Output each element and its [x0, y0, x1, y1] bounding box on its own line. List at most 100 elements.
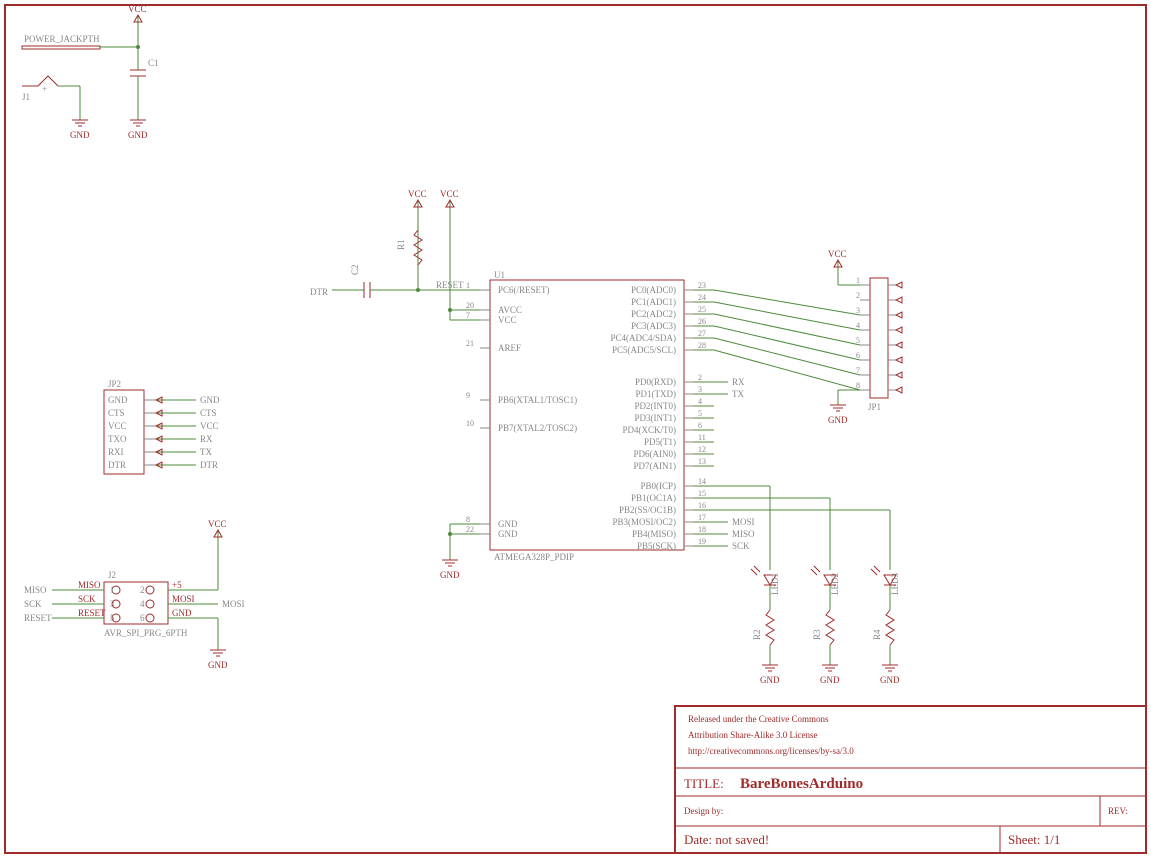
svg-text:MISO: MISO [24, 585, 47, 595]
svg-text:PB3(MOSI/OC2): PB3(MOSI/OC2) [612, 517, 676, 527]
svg-text:PB0(ICP): PB0(ICP) [640, 481, 676, 491]
led-branches: LED1R2GNDLED2R3GNDLED3R4GND [751, 566, 900, 685]
svg-text:PB6(XTAL1/TOSC1): PB6(XTAL1/TOSC1) [498, 395, 577, 405]
svg-text:GND: GND [498, 529, 518, 539]
svg-text:PD2(INT0): PD2(INT0) [635, 401, 677, 411]
svg-text:16: 16 [698, 501, 706, 510]
svg-text:PB1(OC1A): PB1(OC1A) [631, 493, 676, 503]
j1-ref: J1 [22, 92, 30, 102]
svg-text:7: 7 [466, 311, 470, 320]
svg-text:GND: GND [208, 660, 228, 670]
c2-cap: C2 [350, 264, 370, 298]
power-jack-group: POWER_JACKPTH J1 + VCC C1 GND [22, 4, 159, 140]
svg-text:2: 2 [856, 291, 860, 300]
svg-text:DTR: DTR [200, 460, 218, 470]
svg-text:VCC: VCC [498, 315, 517, 325]
gnd-symbol: GND [128, 120, 148, 140]
svg-text:13: 13 [698, 457, 706, 466]
svg-text:VCC: VCC [440, 189, 459, 199]
svg-text:C1: C1 [148, 58, 159, 68]
svg-text:GND: GND [172, 608, 192, 618]
svg-text:AVCC: AVCC [498, 305, 522, 315]
svg-text:C2: C2 [350, 264, 360, 275]
gnd-symbol: GND [208, 650, 228, 670]
svg-text:GND: GND [498, 519, 518, 529]
svg-text:PB2(SS/OC1B): PB2(SS/OC1B) [619, 505, 676, 515]
svg-text:CTS: CTS [108, 408, 125, 418]
svg-text:19: 19 [698, 537, 706, 546]
svg-text:TX: TX [200, 447, 212, 457]
svg-text:2: 2 [698, 373, 702, 382]
svg-text:6: 6 [856, 351, 860, 360]
svg-text:15: 15 [698, 489, 706, 498]
svg-text:8: 8 [856, 381, 860, 390]
svg-text:MOSI: MOSI [222, 599, 245, 609]
svg-text:11: 11 [698, 433, 706, 442]
svg-text:VCC: VCC [128, 4, 147, 14]
ic-group: VCC R1 VCC DTR C2 RESET [310, 189, 890, 580]
svg-text:9: 9 [466, 391, 470, 400]
svg-text:21: 21 [466, 339, 474, 348]
svg-text:GND: GND [828, 415, 848, 425]
svg-text:3: 3 [856, 306, 860, 315]
svg-text:27: 27 [698, 329, 706, 338]
svg-text:GND: GND [820, 675, 840, 685]
svg-text:RESET: RESET [24, 613, 52, 623]
c1-cap: C1 [130, 58, 159, 76]
svg-text:18: 18 [698, 525, 706, 534]
svg-text:+: + [42, 84, 47, 94]
svg-text:TXO: TXO [108, 434, 127, 444]
svg-text:PB7(XTAL2/TOSC2): PB7(XTAL2/TOSC2) [498, 423, 577, 433]
svg-text:3: 3 [110, 599, 115, 609]
svg-text:PB5(SCK): PB5(SCK) [637, 541, 676, 551]
svg-text:MOSI: MOSI [732, 517, 755, 527]
svg-text:PD7(AIN1): PD7(AIN1) [634, 461, 677, 471]
svg-text:SCK: SCK [732, 541, 750, 551]
svg-text:Date: not saved!: Date: not saved! [684, 832, 769, 847]
svg-text:22: 22 [466, 525, 474, 534]
svg-text:GND: GND [70, 130, 90, 140]
svg-text:PC1(ADC1): PC1(ADC1) [631, 297, 676, 307]
svg-text:4: 4 [140, 599, 145, 609]
svg-text:PD5(T1): PD5(T1) [644, 437, 676, 447]
svg-text:+5: +5 [172, 580, 182, 590]
svg-text:PC2(ADC2): PC2(ADC2) [631, 309, 676, 319]
svg-text:R4: R4 [872, 629, 882, 640]
svg-text:RX: RX [732, 377, 745, 387]
svg-text:PC3(ADC3): PC3(ADC3) [631, 321, 676, 331]
gnd-symbol: GND [440, 560, 460, 580]
gnd-symbol: GND [828, 405, 848, 425]
svg-text:1: 1 [110, 585, 115, 595]
svg-text:TX: TX [732, 389, 744, 399]
jp2-group: JP2 GNDGNDCTSCTSVCCVCCTXORXRXITXDTRDTR [104, 379, 220, 474]
svg-text:4: 4 [698, 397, 702, 406]
title-block: Released under the Creative Commons Attr… [675, 706, 1146, 853]
gnd-symbol: GND [70, 120, 90, 140]
svg-text:26: 26 [698, 317, 706, 326]
jp1-group: JP1 12345678 VCC GND [828, 249, 902, 425]
svg-text:5: 5 [110, 613, 115, 623]
svg-text:GND: GND [440, 570, 460, 580]
svg-text:5: 5 [856, 336, 860, 345]
svg-text:PD3(INT1): PD3(INT1) [635, 413, 677, 423]
svg-text:RESET: RESET [78, 608, 106, 618]
svg-text:8: 8 [466, 515, 470, 524]
svg-text:PC0(ADC0): PC0(ADC0) [631, 285, 676, 295]
svg-text:24: 24 [698, 293, 706, 302]
svg-text:DTR: DTR [108, 460, 126, 470]
svg-text:REV:: REV: [1108, 806, 1128, 816]
svg-text:10: 10 [466, 419, 474, 428]
power-jack-name: POWER_JACKPTH [24, 34, 100, 44]
svg-text:6: 6 [140, 613, 145, 623]
svg-text:GND: GND [108, 395, 128, 405]
svg-text:28: 28 [698, 341, 706, 350]
isp-group: VCC J2 AVR_SPI_PRG_6PTH MISOMISO1SCKSCK3… [24, 519, 245, 670]
svg-text:CTS: CTS [200, 408, 217, 418]
svg-text:LED2: LED2 [830, 573, 840, 595]
svg-text:3: 3 [698, 385, 702, 394]
svg-text:R2: R2 [752, 629, 762, 640]
svg-text:PD4(XCK/T0): PD4(XCK/T0) [623, 425, 677, 435]
svg-text:25: 25 [698, 305, 706, 314]
svg-text:JP2: JP2 [108, 379, 121, 389]
svg-text:VCC: VCC [200, 421, 219, 431]
